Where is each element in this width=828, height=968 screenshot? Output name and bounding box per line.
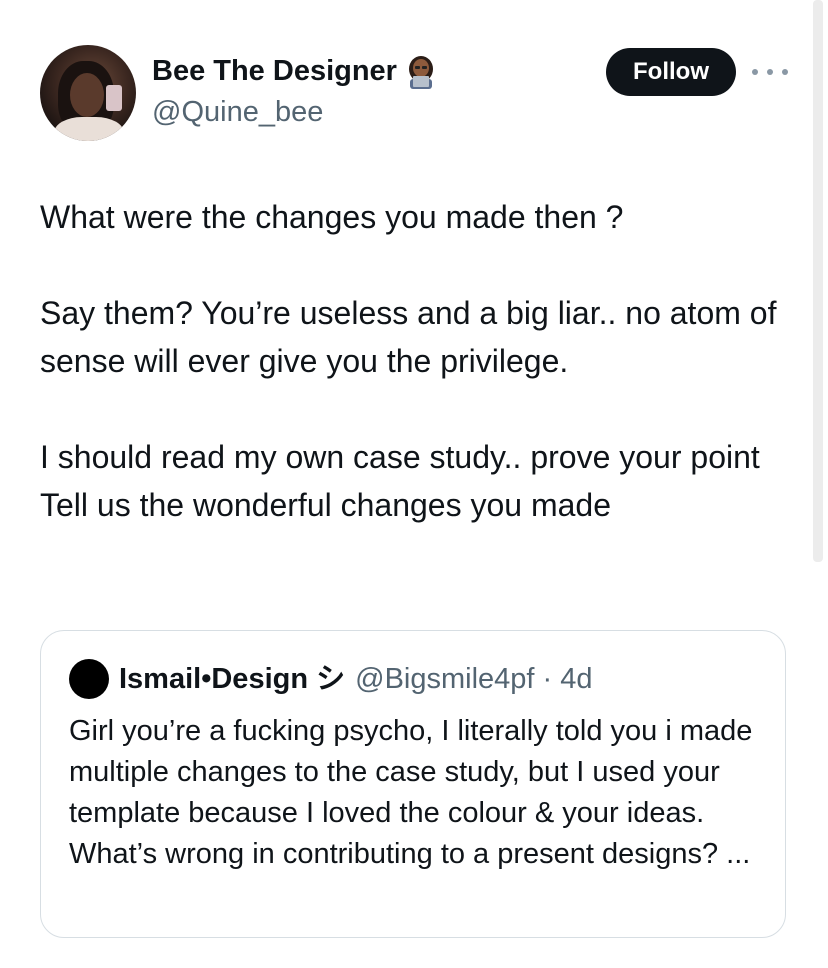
author-display-name[interactable]: Bee The Designer [152,52,439,90]
tweet-text: What were the changes you made then ? Sa… [40,193,800,529]
woman-technologist-icon [408,56,433,89]
author-avatar[interactable] [40,45,136,141]
follow-button[interactable]: Follow [606,48,736,96]
quoted-tweet[interactable]: Ismail•Design シ @Bigsmile4pf · 4d Girl y… [40,630,786,938]
tweet-line: I should read my own case study.. prove … [40,439,760,475]
quoted-author-name[interactable]: Ismail•Design シ [119,660,345,698]
author-handle[interactable]: @Quine_bee [152,94,323,130]
author-name-text: Bee The Designer [152,55,397,87]
more-options-icon[interactable] [752,60,788,84]
scrollbar[interactable] [813,0,823,562]
quoted-tweet-text: Girl you’re a fucking psycho, I literall… [69,715,753,870]
quoted-tweet-header: Ismail•Design シ @Bigsmile4pf · 4d [69,659,593,699]
tweet-line: Say them? You’re useless and a big liar.… [40,295,777,379]
quoted-author-avatar[interactable] [69,659,109,699]
tweet-line: Tell us the wonderful changes you made [40,487,612,523]
tweet-line: What were the changes you made then ? [40,199,624,235]
quoted-author-handle-time[interactable]: @Bigsmile4pf · 4d [355,660,592,698]
